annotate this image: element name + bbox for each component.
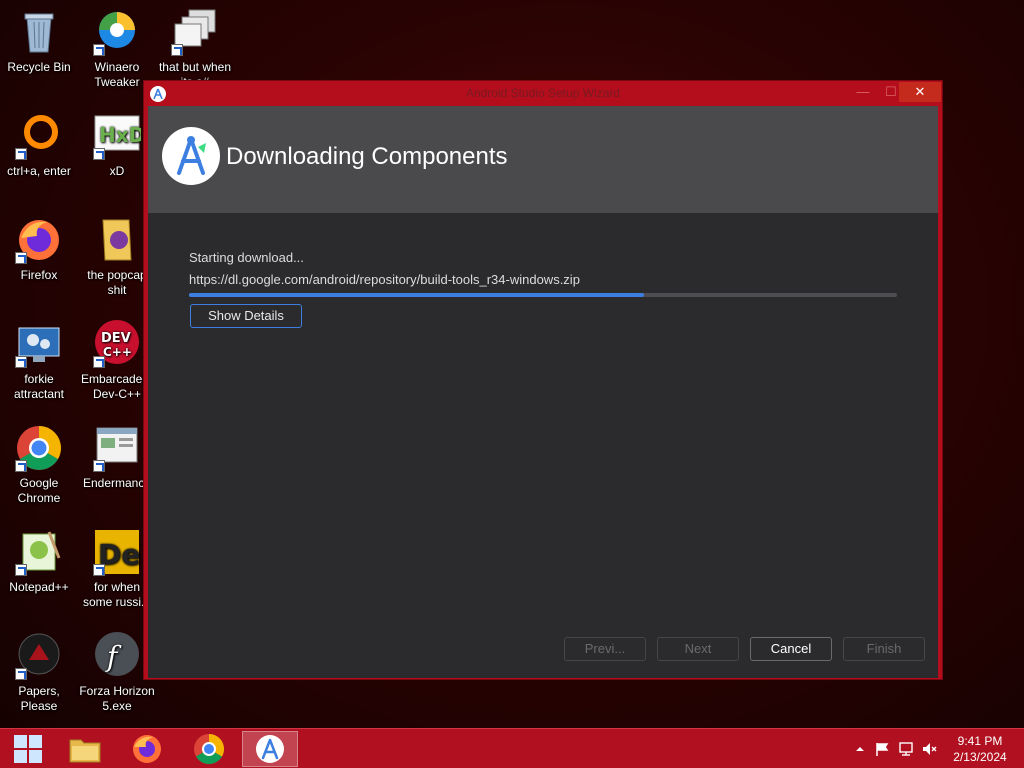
- recycle-bin-icon: [15, 8, 63, 56]
- android-studio-icon: [256, 735, 284, 763]
- shortcut-arrow-icon: [93, 460, 105, 472]
- window-title: Android Studio Setup Wizard: [465, 86, 621, 100]
- desktop-icon-label: Notepad++: [9, 580, 69, 594]
- download-progress-bar: [189, 293, 897, 297]
- de-logo-icon: De: [93, 528, 141, 576]
- folder-icon: [93, 216, 141, 264]
- desktop-icon-firefox[interactable]: Firefox: [0, 216, 78, 283]
- svg-text:DEV: DEV: [101, 331, 131, 346]
- orange-ring-icon: [15, 112, 63, 160]
- svg-text:C++: C++: [103, 345, 132, 359]
- monitor-gear-icon: [15, 320, 63, 368]
- volume-muted-icon[interactable]: [921, 741, 937, 757]
- papers-please-icon: [15, 632, 63, 680]
- close-button[interactable]: ✕: [899, 82, 941, 102]
- wizard-header-title: Downloading Components: [226, 143, 508, 170]
- desktop-icon-notepad-plus-plus[interactable]: Notepad++: [0, 528, 78, 595]
- action-center-flag-icon[interactable]: [874, 741, 890, 757]
- shortcut-arrow-icon: [93, 44, 105, 56]
- desktop-icon-label: Papers, Please: [18, 684, 60, 713]
- previous-button[interactable]: Previ...: [564, 637, 646, 661]
- firefox-icon: [133, 735, 161, 763]
- taskbar-firefox[interactable]: [119, 731, 175, 767]
- start-button[interactable]: [0, 731, 56, 767]
- file-explorer-icon: [69, 739, 101, 763]
- desktop-icon-label: Firefox: [20, 268, 58, 282]
- hxd-icon: HxD: [93, 112, 145, 160]
- setup-wizard-window: Android Studio Setup Wizard — ☐ ✕ Downlo…: [143, 80, 943, 680]
- desktop-icon-label: forkie attractant: [13, 372, 65, 401]
- clock-time: 9:41 PM: [957, 734, 1003, 748]
- wizard-body: Downloading Components Starting download…: [148, 106, 938, 678]
- chrome-icon: [194, 734, 225, 765]
- shortcut-arrow-icon: [15, 148, 27, 160]
- stacked-windows-icon: [171, 8, 219, 56]
- taskbar-chrome[interactable]: [181, 731, 237, 767]
- shortcut-arrow-icon: [15, 564, 27, 576]
- taskbar-file-explorer[interactable]: [57, 731, 113, 767]
- desktop-icon-recycle-bin[interactable]: Recycle Bin: [0, 8, 78, 75]
- show-hidden-icons-chevron-icon[interactable]: [852, 741, 868, 757]
- shortcut-arrow-icon: [93, 356, 105, 368]
- shortcut-arrow-icon: [171, 44, 183, 56]
- show-details-button[interactable]: Show Details: [190, 304, 302, 328]
- desktop-icon-winaero-tweaker[interactable]: Winaero Tweaker: [78, 8, 156, 90]
- wizard-header: Downloading Components: [148, 106, 938, 213]
- download-progress-fill: [189, 293, 645, 297]
- system-clock[interactable]: 9:41 PM 2/13/2024: [944, 733, 1016, 765]
- window-titlebar[interactable]: Android Studio Setup Wizard — ☐ ✕: [144, 81, 942, 105]
- shortcut-arrow-icon: [93, 148, 105, 160]
- minimize-button[interactable]: —: [849, 82, 877, 102]
- finish-button[interactable]: Finish: [843, 637, 925, 661]
- desktop-icon-google-chrome[interactable]: Google Chrome: [0, 424, 78, 506]
- shortcut-arrow-icon: [15, 668, 27, 680]
- desktop-icon-label: Google Chrome: [17, 476, 61, 505]
- shortcut-arrow-icon: [15, 252, 27, 264]
- desktop-icon-label: ctrl+a, enter: [7, 164, 71, 178]
- taskbar-android-studio[interactable]: [242, 731, 298, 767]
- shortcut-arrow-icon: [15, 356, 27, 368]
- firefox-icon: [15, 216, 63, 264]
- shortcut-arrow-icon: [93, 564, 105, 576]
- document-window-icon: [93, 424, 141, 472]
- start-icon: [14, 735, 42, 763]
- desktop-icon-label: Forza Horizon 5.exe: [79, 684, 155, 713]
- network-icon[interactable]: [898, 741, 914, 757]
- winaero-tweaker-icon: [93, 8, 141, 56]
- flash-player-icon: f: [93, 632, 141, 680]
- desktop-icon-papers-please[interactable]: Papers, Please: [0, 632, 78, 714]
- cancel-button[interactable]: Cancel: [750, 637, 832, 661]
- chrome-icon: [15, 424, 63, 472]
- download-url-text: https://dl.google.com/android/repository…: [189, 272, 580, 287]
- desktop-icon-that-but-when[interactable]: that but when its a#: [156, 8, 234, 90]
- notepad-plus-plus-icon: [15, 528, 63, 576]
- next-button[interactable]: Next: [657, 637, 739, 661]
- desktop-icon-label: Recycle Bin: [7, 60, 71, 74]
- svg-text:HxD: HxD: [99, 123, 141, 147]
- desktop-icon-ctrl-a-enter[interactable]: ctrl+a, enter: [0, 112, 78, 179]
- shortcut-arrow-icon: [15, 460, 27, 472]
- android-studio-logo-icon: [162, 127, 220, 185]
- taskbar: 9:41 PM 2/13/2024: [0, 728, 1024, 768]
- download-status-text: Starting download...: [189, 250, 304, 265]
- clock-date: 2/13/2024: [953, 750, 1007, 764]
- dev-cpp-icon: DEV C++: [93, 320, 141, 368]
- desktop-icon-forkie[interactable]: forkie attractant: [0, 320, 78, 402]
